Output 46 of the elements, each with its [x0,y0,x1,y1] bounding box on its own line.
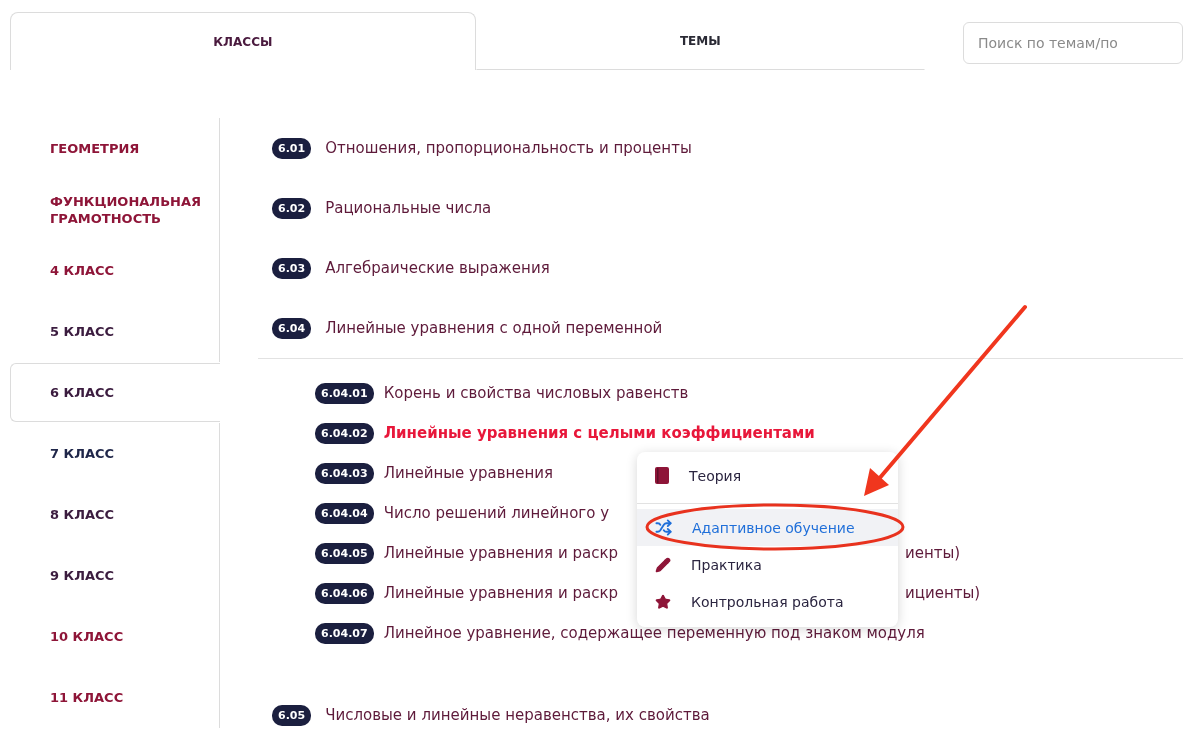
subtopic-link-tail[interactable]: ициенты) [905,584,1183,602]
sidebar-item[interactable]: 9 КЛАСС [0,545,220,606]
topic-link[interactable]: Линейные уравнения с одной переменной [325,319,663,337]
menu-item[interactable]: Практика [637,546,898,583]
sidebar-item[interactable]: 7 КЛАСС [0,423,220,484]
subtopic-number-badge: 6.04.01 [315,382,374,404]
topic-link[interactable]: Отношения, пропорциональность и проценты [325,139,692,157]
sidebar-item[interactable]: 5 КЛАСС [0,301,220,362]
subtopic-link[interactable]: Корень и свойства числовых равенств [383,384,689,402]
subtopic-link-tail[interactable]: иенты) [905,544,1183,562]
sidebar-item[interactable]: 8 КЛАСС [0,484,220,545]
sidebar-item[interactable]: 4 КЛАСС [0,240,220,301]
menu-item[interactable]: Контрольная работа [637,583,898,620]
sidebar-item[interactable]: ФУНКЦИОНАЛЬНАЯ ГРАМОТНОСТЬ [0,179,220,240]
topic-link[interactable]: Числовые и линейные неравенства, их свойства [325,706,710,724]
pencil-icon [655,556,671,573]
subtopic-number-badge: 6.04.02 [315,422,374,444]
search-field[interactable]: Поиск по темам/по [963,22,1183,64]
topic-number-badge: 6.04 [272,317,312,339]
topic-number-badge: 6.02 [272,197,312,219]
sidebar-item[interactable]: 10 КЛАСС [0,606,220,667]
menu-item[interactable]: Адаптивное обучение [637,509,898,546]
subtopic-number-badge: 6.04.06 [315,582,374,604]
menu-item[interactable]: Теория [637,457,898,494]
subtopic-link[interactable]: Линейные уравнения с целыми коэффициентами [383,424,815,442]
book-icon [655,467,669,484]
shuffle-icon [655,519,672,536]
subtopic-link[interactable]: Линейное уравнение, содержащее переменную под знаком модуля [383,624,925,642]
sidebar-item[interactable]: ГЕОМЕТРИЯ [0,118,220,179]
subtopic-link[interactable]: Линейные уравнения [383,464,554,482]
star-icon [655,593,671,610]
topic-number-badge: 6.05 [272,704,312,726]
topic-number-badge: 6.01 [272,137,312,159]
sidebar-item[interactable]: 6 КЛАСС [10,363,220,422]
subtopic-link[interactable]: Линейные уравнения и раскр [383,584,618,602]
topic-link[interactable]: Рациональные числа [325,199,492,217]
subtopic-number-badge: 6.04.04 [315,502,374,524]
sidebar-item[interactable]: 11 КЛАСС [0,667,220,728]
topic-number-badge: 6.03 [272,257,312,279]
subtopic-number-badge: 6.04.07 [315,622,374,644]
subtopic-link[interactable]: Число решений линейного у [383,504,610,522]
subtopic-number-badge: 6.04.05 [315,542,374,564]
topic-link[interactable]: Алгебраические выражения [325,259,550,277]
subtopic-number-badge: 6.04.03 [315,462,374,484]
tab[interactable]: КЛАССЫ [10,12,476,70]
subtopic-link[interactable]: Линейные уравнения и раскр [383,544,618,562]
